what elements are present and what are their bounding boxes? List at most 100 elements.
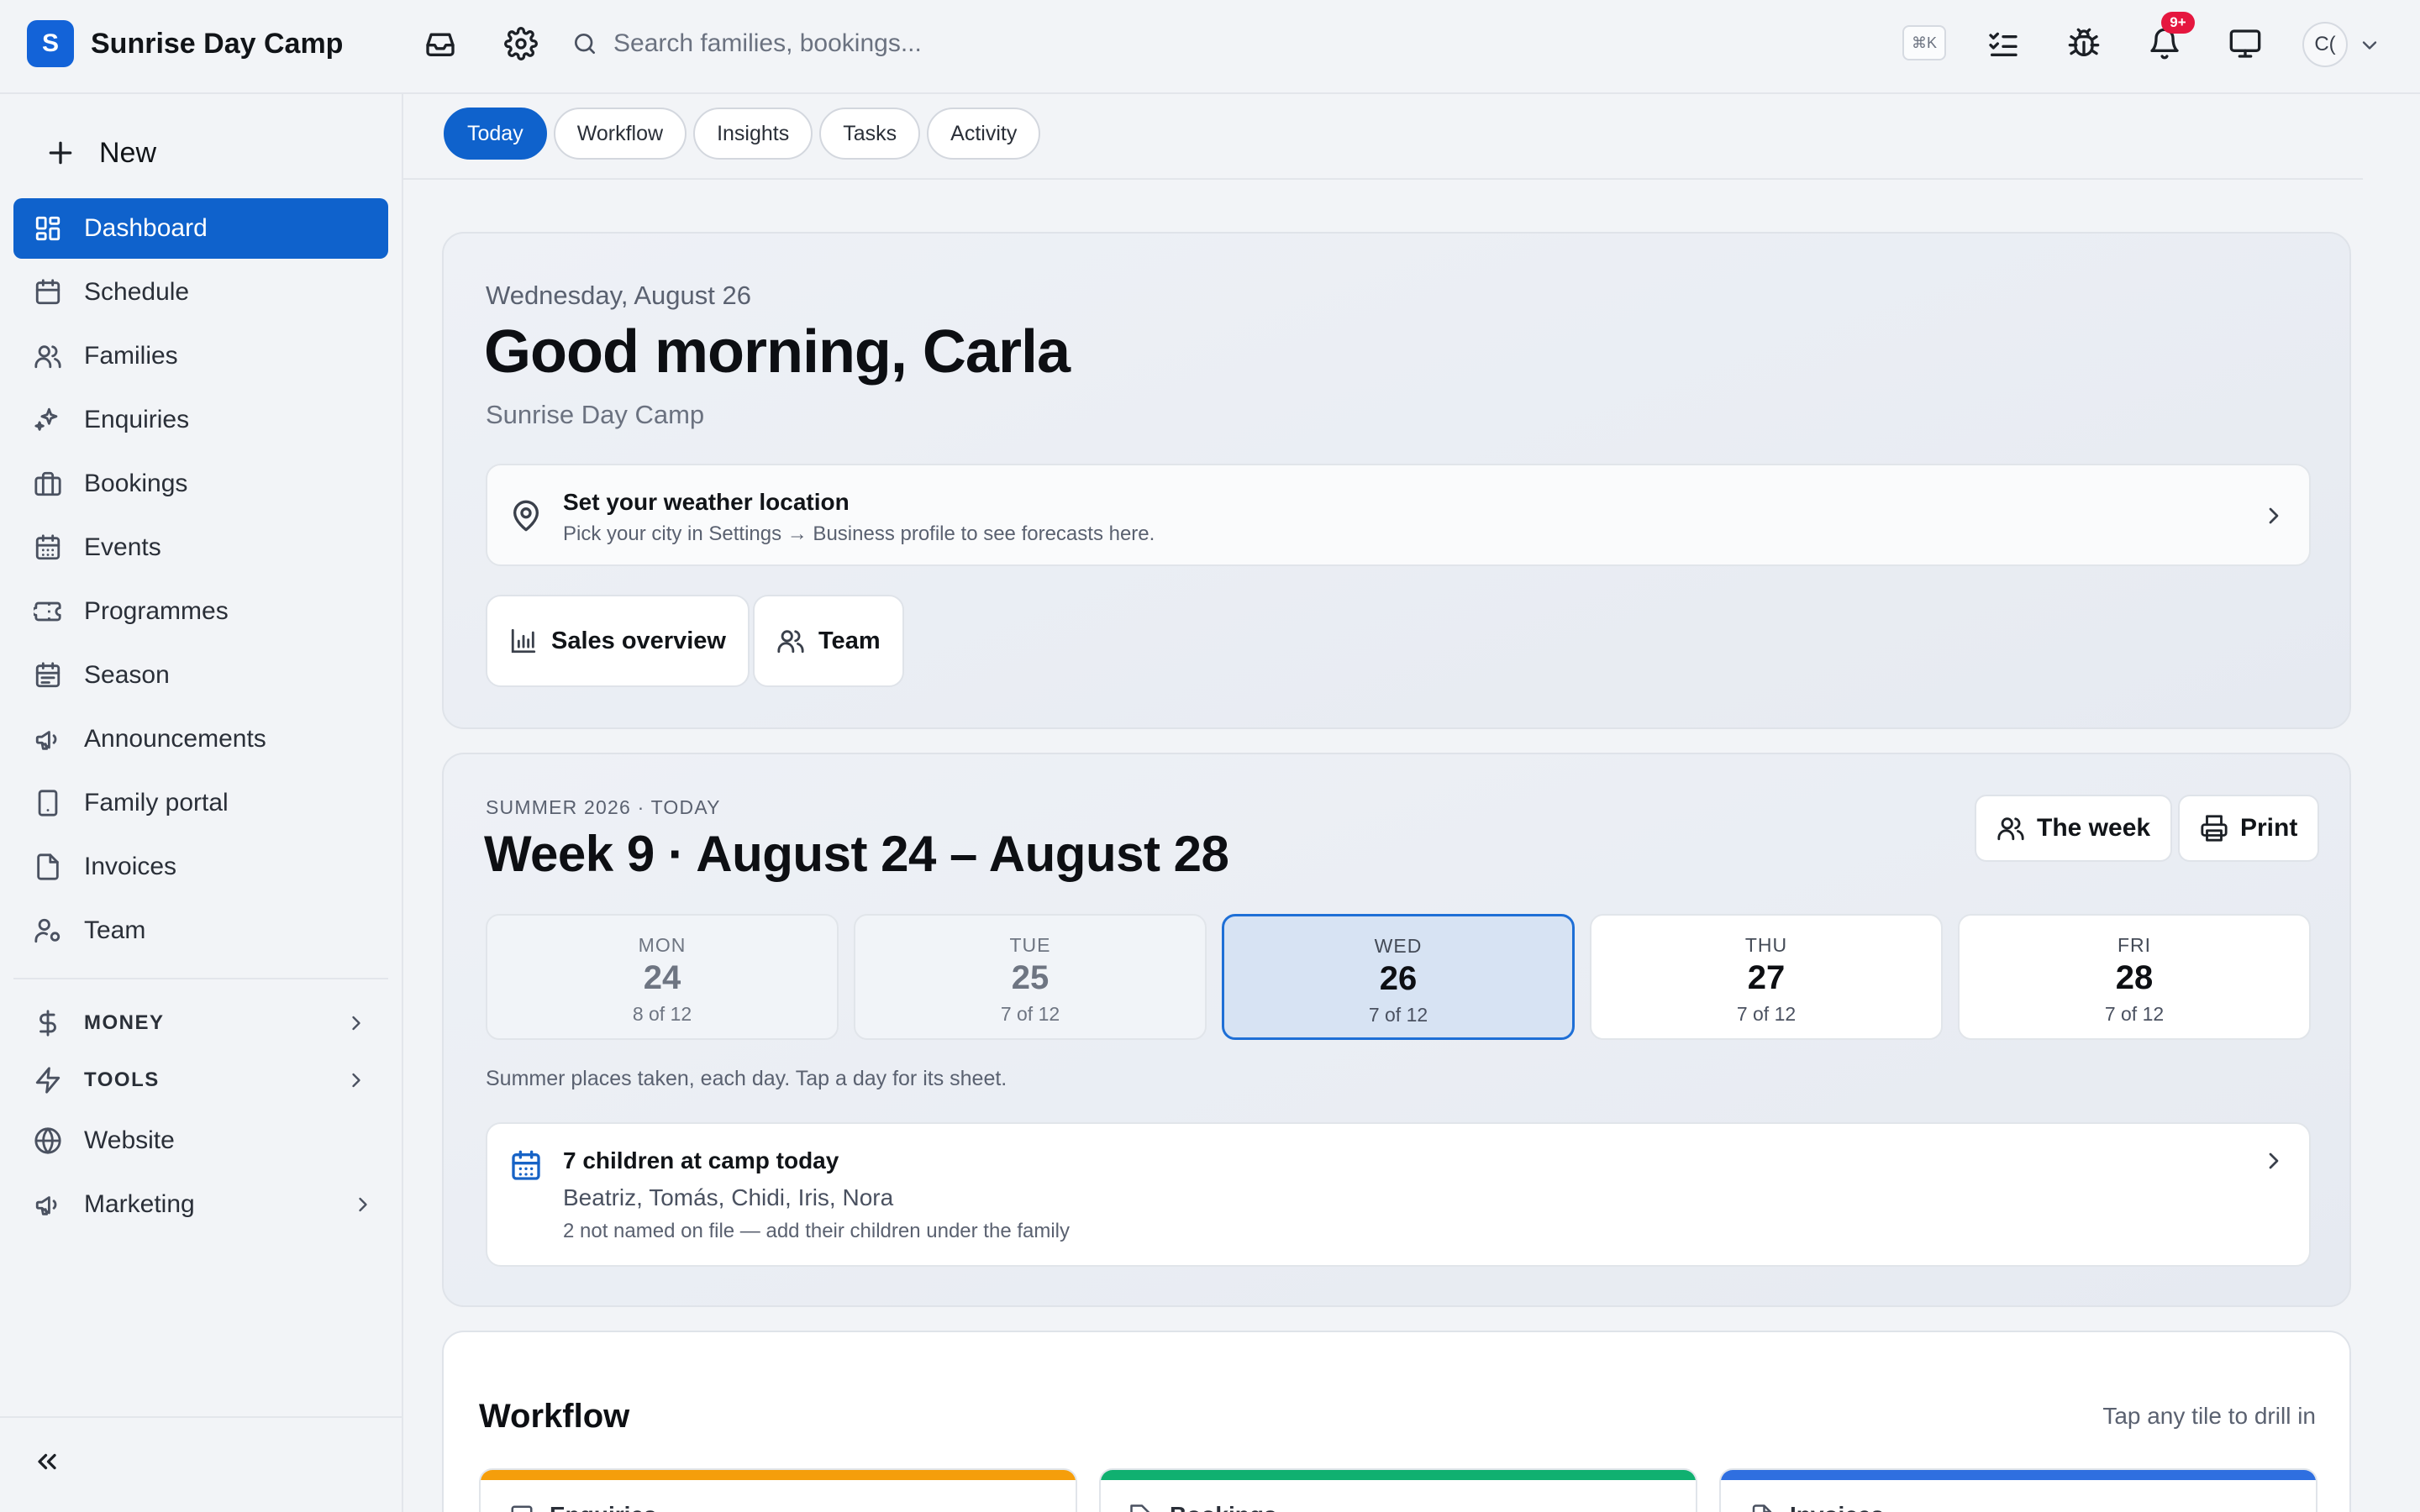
sidebar-item-label: Marketing [84, 1190, 195, 1218]
tile-accent-bar [1721, 1470, 2316, 1480]
bug-icon[interactable] [2064, 24, 2104, 64]
the-week-label: The week [2037, 814, 2151, 842]
users-icon [34, 342, 62, 370]
sidebar-group-label: TOOLS [84, 1068, 160, 1091]
sidebar-item-schedule[interactable]: Schedule [13, 262, 388, 323]
day-of-week: THU [1744, 934, 1788, 956]
day-tile-thu[interactable]: THU 27 7 of 12 [1590, 914, 1943, 1040]
message-icon [509, 1504, 534, 1512]
print-label: Print [2240, 814, 2298, 842]
ticket-icon [34, 597, 62, 626]
sidebar-item-label: Announcements [84, 725, 266, 753]
week-days: MON 24 8 of 12 TUE 25 7 of 12 WED 26 7 o… [486, 914, 2311, 1040]
search-bar[interactable] [565, 20, 1876, 67]
inbox-icon[interactable] [420, 24, 460, 64]
tabs-divider [403, 178, 2363, 180]
view-tabs: Today Workflow Insights Tasks Activity [444, 108, 1047, 160]
day-tile-mon[interactable]: MON 24 8 of 12 [486, 914, 839, 1040]
chevron-right-icon [345, 1068, 368, 1092]
weather-hint: Pick your city in Settings → Business pr… [563, 522, 1155, 545]
children-count: 7 children at camp today [563, 1147, 839, 1173]
day-tile-tue[interactable]: TUE 25 7 of 12 [854, 914, 1207, 1040]
user-gear-icon [34, 916, 62, 945]
sidebar-group-money[interactable]: MONEY [13, 996, 388, 1050]
sidebar-item-dashboard[interactable]: Dashboard [13, 198, 388, 259]
notification-badge: 9+ [2161, 12, 2195, 34]
tile-label: Enquiries [550, 1502, 657, 1512]
day-capacity: 7 of 12 [1000, 1003, 1060, 1025]
sidebar-item-website[interactable]: Website [13, 1110, 388, 1171]
file-icon [34, 853, 62, 881]
team-label: Team [818, 627, 881, 654]
settings-icon[interactable] [501, 24, 541, 64]
season-label: SUMMER 2026 · TODAY [486, 796, 721, 818]
chevron-right-icon [351, 1193, 375, 1216]
tab-today[interactable]: Today [444, 108, 547, 160]
sidebar-item-team[interactable]: Team [13, 900, 388, 961]
sidebar-item-families[interactable]: Families [13, 326, 388, 386]
team-button[interactable]: Team [753, 595, 904, 687]
sales-overview-button[interactable]: Sales overview [486, 595, 750, 687]
sidebar-item-programmes[interactable]: Programmes [13, 581, 388, 642]
megaphone-icon [34, 1190, 62, 1219]
sidebar-item-marketing[interactable]: Marketing [13, 1174, 388, 1235]
dashboard-icon [34, 214, 62, 243]
sidebar-item-family-portal[interactable]: Family portal [13, 773, 388, 833]
search-icon [565, 24, 605, 64]
the-week-button[interactable]: The week [1975, 795, 2173, 862]
current-date: Wednesday, August 26 [486, 281, 751, 310]
bolt-icon [34, 1066, 62, 1095]
map-pin-icon [509, 499, 543, 533]
workflow-tile-bookings[interactable]: Bookings [1099, 1468, 1697, 1512]
tile-accent-bar [1101, 1470, 1696, 1480]
sidebar-item-invoices[interactable]: Invoices [13, 837, 388, 897]
chevron-right-icon [345, 1011, 368, 1035]
brand[interactable]: S Sunrise Day Camp [27, 20, 343, 67]
print-button[interactable]: Print [2178, 795, 2320, 862]
sidebar-group-tools[interactable]: TOOLS [13, 1053, 388, 1107]
day-of-week: MON [638, 934, 687, 956]
file-icon [1749, 1504, 1775, 1512]
avatar[interactable]: C( [2302, 22, 2348, 67]
tab-activity[interactable]: Activity [927, 108, 1041, 160]
calendar-grid-icon [34, 661, 62, 690]
tablet-icon [34, 789, 62, 817]
sidebar-item-enquiries[interactable]: Enquiries [13, 390, 388, 450]
sidebar-item-season[interactable]: Season [13, 645, 388, 706]
calendar-icon [509, 1149, 543, 1183]
day-tile-fri[interactable]: FRI 28 7 of 12 [1958, 914, 2311, 1040]
greeting-heading: Good morning, Carla [484, 318, 1071, 386]
display-icon[interactable] [2225, 24, 2265, 64]
workflow-tile-invoices[interactable]: Invoices [1719, 1468, 2317, 1512]
search-input[interactable] [613, 29, 1790, 58]
day-of-week: FRI [2117, 934, 2152, 956]
tag-icon [1129, 1504, 1155, 1512]
sidebar: New Dashboard Schedule Families Enquirie… [0, 94, 403, 1512]
sidebar-item-bookings[interactable]: Bookings [13, 454, 388, 514]
sidebar-item-announcements[interactable]: Announcements [13, 709, 388, 769]
workflow-card: Workflow Tap any tile to drill in Enquir… [442, 1331, 2351, 1512]
printer-icon [2200, 814, 2228, 843]
new-button[interactable]: New [44, 124, 156, 181]
dollar-icon [34, 1009, 62, 1037]
children-at-camp-row[interactable]: 7 children at camp today Beatriz, Tomás,… [486, 1122, 2311, 1267]
shortcut-hint: ⌘K [1902, 25, 1946, 60]
sidebar-item-label: Season [84, 661, 170, 689]
collapse-sidebar-icon[interactable] [32, 1446, 62, 1477]
weather-title: Set your weather location [563, 489, 850, 515]
sidebar-item-events[interactable]: Events [13, 517, 388, 578]
chevron-down-icon[interactable] [2358, 34, 2381, 57]
day-tile-wed[interactable]: WED 26 7 of 12 [1222, 914, 1575, 1040]
workflow-tile-enquiries[interactable]: Enquiries [479, 1468, 1077, 1512]
plus-icon [44, 136, 77, 170]
sidebar-item-label: Families [84, 342, 178, 370]
sidebar-item-label: Programmes [84, 597, 229, 625]
tab-tasks[interactable]: Tasks [819, 108, 921, 160]
tab-insights[interactable]: Insights [693, 108, 813, 160]
day-of-week: TUE [1009, 934, 1051, 956]
tasks-icon[interactable] [1983, 24, 2023, 64]
tab-workflow[interactable]: Workflow [553, 108, 687, 160]
brand-name: Sunrise Day Camp [91, 27, 344, 60]
weather-location-prompt[interactable]: Set your weather location Pick your city… [486, 464, 2311, 566]
sidebar-item-label: Team [84, 916, 146, 944]
